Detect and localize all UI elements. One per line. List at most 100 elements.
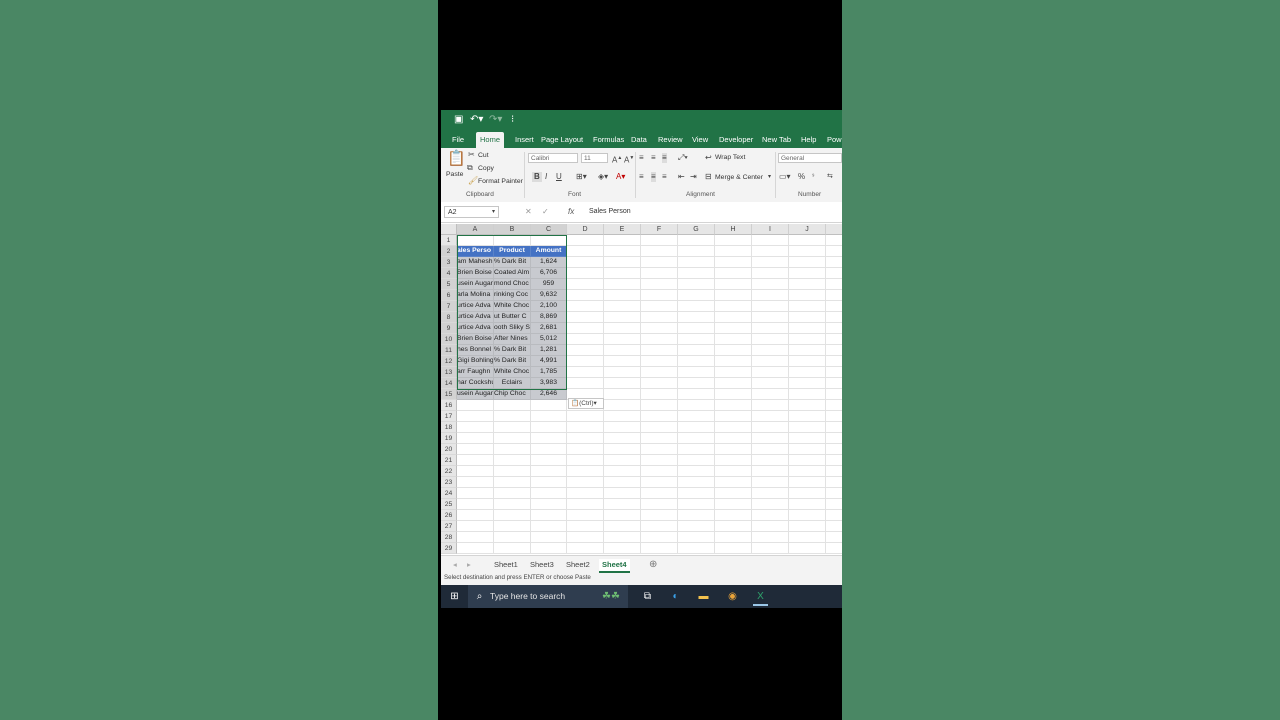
file-explorer-icon[interactable]: ▬ (696, 589, 711, 604)
cancel-icon[interactable]: ✕ (525, 207, 532, 216)
align-right-icon[interactable]: ≡ (662, 172, 667, 182)
grid-cell[interactable] (826, 235, 842, 246)
grid-cell[interactable] (678, 510, 715, 521)
grid-cell[interactable] (604, 477, 641, 488)
grid-cell[interactable] (752, 356, 789, 367)
grid-cell[interactable] (715, 466, 752, 477)
grid-cell[interactable] (715, 411, 752, 422)
grid-cell[interactable] (789, 334, 826, 345)
decrease-font-icon[interactable]: A▼ (624, 153, 634, 166)
tab-insert[interactable]: Insert (515, 132, 534, 148)
grid-cell[interactable] (715, 455, 752, 466)
grid-cell[interactable] (826, 510, 842, 521)
grid-cell[interactable] (715, 268, 752, 279)
grid-cell[interactable] (567, 290, 604, 301)
grid-cell[interactable] (604, 290, 641, 301)
table-cell[interactable]: 1,624 (531, 257, 567, 268)
grid-cell[interactable] (752, 422, 789, 433)
table-cell[interactable]: Chip Choc (494, 389, 531, 400)
row-header-29[interactable]: 29 (441, 543, 457, 554)
grid-cell[interactable] (457, 411, 494, 422)
grid-cell[interactable] (715, 488, 752, 499)
grid-cell[interactable] (678, 323, 715, 334)
grid-cell[interactable] (567, 367, 604, 378)
grid-cell[interactable] (678, 290, 715, 301)
table-cell[interactable]: Eclairs (494, 378, 531, 389)
tab-power[interactable]: Powe (827, 132, 842, 148)
tab-view[interactable]: View (692, 132, 708, 148)
grid-cell[interactable] (604, 279, 641, 290)
grid-cell[interactable] (604, 532, 641, 543)
grid-cell[interactable] (715, 444, 752, 455)
bold-button[interactable]: B (532, 172, 542, 182)
grid-cell[interactable] (752, 301, 789, 312)
row-header-15[interactable]: 15 (441, 389, 457, 400)
grid-cell[interactable] (752, 334, 789, 345)
grid-cell[interactable] (567, 345, 604, 356)
grid-cell[interactable] (752, 411, 789, 422)
grid-cell[interactable] (715, 312, 752, 323)
row-header-21[interactable]: 21 (441, 455, 457, 466)
grid-cell[interactable] (789, 521, 826, 532)
table-header-cell[interactable]: ales Perso (457, 246, 494, 257)
grid-cell[interactable] (567, 356, 604, 367)
grid-cell[interactable] (567, 444, 604, 455)
grid-cell[interactable] (567, 499, 604, 510)
grid-cell[interactable] (641, 290, 678, 301)
grid-cell[interactable] (678, 268, 715, 279)
grid-cell[interactable] (789, 378, 826, 389)
scroll-left-icon[interactable]: ◂ (453, 559, 457, 571)
grid-cell[interactable] (789, 477, 826, 488)
grid-cell[interactable] (789, 499, 826, 510)
grid-cell[interactable] (715, 323, 752, 334)
grid-cell[interactable] (715, 422, 752, 433)
grid-cell[interactable] (678, 532, 715, 543)
grid-cell[interactable] (494, 400, 531, 411)
grid-cell[interactable] (641, 279, 678, 290)
grid-cell[interactable] (604, 246, 641, 257)
grid-cell[interactable] (641, 400, 678, 411)
grid-cell[interactable] (604, 367, 641, 378)
grid-cell[interactable] (678, 433, 715, 444)
grid-cell[interactable] (567, 488, 604, 499)
font-name-select[interactable]: Calibri (528, 153, 578, 163)
grid-cell[interactable] (789, 367, 826, 378)
table-cell[interactable]: After Nines (494, 334, 531, 345)
table-cell[interactable]: urtice Adva (457, 323, 494, 334)
formula-input[interactable]: Sales Person (589, 206, 631, 218)
table-cell[interactable]: ooth Sliky S (494, 323, 531, 334)
table-cell[interactable]: Brien Boise (457, 268, 494, 279)
grid-cell[interactable] (531, 488, 567, 499)
column-header-b[interactable]: B (494, 224, 531, 235)
grid-cell[interactable] (531, 444, 567, 455)
grid-cell[interactable] (604, 411, 641, 422)
grid-cell[interactable] (604, 521, 641, 532)
column-header-c[interactable]: C (531, 224, 567, 235)
grid-cell[interactable] (457, 422, 494, 433)
grid-cell[interactable] (531, 235, 567, 246)
grid-cell[interactable] (715, 532, 752, 543)
grid-cell[interactable] (678, 389, 715, 400)
table-cell[interactable]: Brien Boise (457, 334, 494, 345)
grid-cell[interactable] (531, 422, 567, 433)
merge-dropdown-icon[interactable]: ▾ (768, 172, 771, 182)
grid-cell[interactable] (494, 477, 531, 488)
column-header-i[interactable]: I (752, 224, 789, 235)
enter-icon[interactable]: ✓ (542, 207, 549, 216)
tab-sheet4[interactable]: Sheet4 (599, 559, 630, 573)
table-cell[interactable]: arla Molina (457, 290, 494, 301)
table-cell[interactable]: 2,100 (531, 301, 567, 312)
grid-cell[interactable] (567, 235, 604, 246)
grid-cell[interactable] (752, 378, 789, 389)
grid-cell[interactable] (752, 455, 789, 466)
row-header-16[interactable]: 16 (441, 400, 457, 411)
grid-cell[interactable] (752, 488, 789, 499)
grid-cell[interactable] (457, 477, 494, 488)
row-header-17[interactable]: 17 (441, 411, 457, 422)
grid-cell[interactable] (789, 235, 826, 246)
grid-cell[interactable] (641, 411, 678, 422)
customize-quick-access-icon[interactable]: ⁝ (511, 114, 514, 126)
grid-cell[interactable] (641, 510, 678, 521)
grid-cell[interactable] (826, 444, 842, 455)
grid-cell[interactable] (494, 455, 531, 466)
